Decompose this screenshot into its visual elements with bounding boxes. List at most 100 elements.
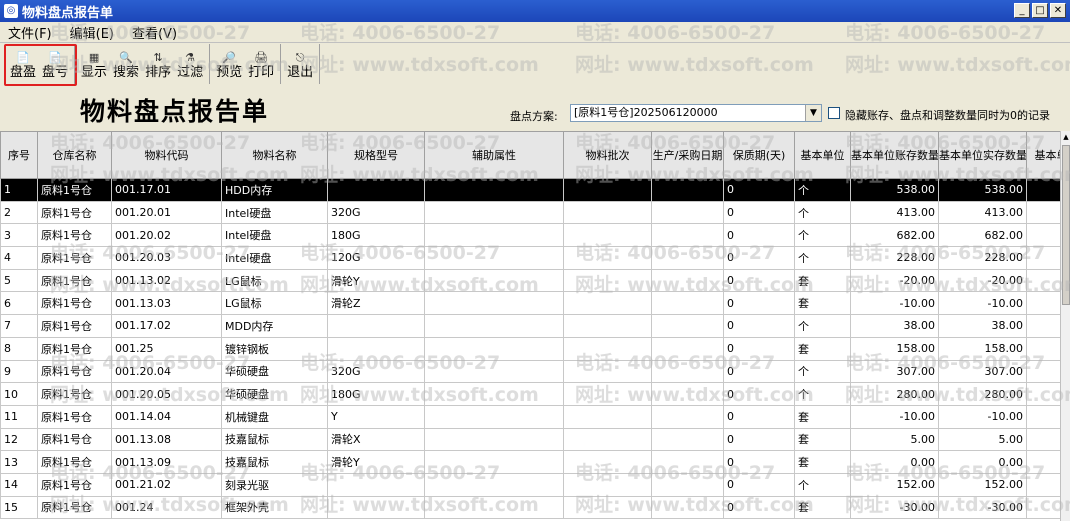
column-header[interactable]: 物料批次 (563, 131, 652, 179)
table-cell (424, 472, 564, 497)
minimize-button[interactable]: _ (1014, 3, 1030, 18)
table-cell (563, 359, 652, 384)
table-row[interactable]: 14 原料1号仓 001.21.02 刻录光驱 0 个 152.00 152.00 (0, 472, 1060, 497)
table-cell (651, 472, 724, 497)
table-cell (1026, 268, 1060, 293)
column-header[interactable]: 基本单位账存数量 (850, 131, 939, 179)
table-cell: -20.00 (850, 268, 939, 293)
table-row[interactable]: 2 原料1号仓 001.20.01 Intel硬盘 320G 0 个 413.00 413.00 (0, 200, 1060, 225)
table-cell: 280.00 (938, 382, 1027, 406)
table-cell: 框架外壳 (221, 495, 328, 520)
table-cell (651, 200, 724, 225)
maximize-button[interactable]: □ (1032, 3, 1048, 18)
table-cell (563, 450, 652, 474)
table-row[interactable]: 3 原料1号仓 001.20.02 Intel硬盘 180G 0 个 682.00 682.00 (0, 223, 1060, 248)
table-row[interactable]: 11 原料1号仓 001.14.04 机械键盘 Y 0 套 -10.00 -10.00 (0, 404, 1060, 429)
column-header[interactable]: 物料代码 (111, 131, 222, 179)
scroll-up-icon[interactable]: ▲ (1061, 131, 1070, 143)
dropdown-arrow-icon[interactable]: ▼ (805, 105, 821, 121)
table-row[interactable]: 7 原料1号仓 001.17.02 MDD内存 0 个 38.00 38.00 (0, 314, 1060, 338)
table-cell (563, 246, 652, 270)
toolbar-button-打印[interactable]: 🖨 打印 (245, 44, 277, 84)
toolbar-button-排序[interactable]: ⇅ 排序 (142, 44, 174, 84)
table-cell (424, 268, 564, 293)
table-row[interactable]: 10 原料1号仓 001.20.05 华硕硬盘 180G 0 个 280.00 280.00 (0, 382, 1060, 406)
table-cell: 38.00 (850, 314, 939, 338)
table-row[interactable]: 13 原料1号仓 001.13.09 技嘉鼠标 滑轮Y 0 套 0.00 0.00 (0, 450, 1060, 474)
table-cell: 个 (794, 200, 851, 225)
table-cell: 滑轮Z (327, 291, 425, 316)
close-button[interactable]: ✕ (1050, 3, 1066, 18)
table-cell: 0 (723, 404, 795, 429)
table-row[interactable]: 8 原料1号仓 001.25 镀锌钢板 0 套 158.00 158.00 (0, 336, 1060, 361)
toolbar-group: ⎋ 退出 (281, 44, 321, 84)
table-cell: 0 (723, 291, 795, 316)
table-row[interactable]: 15 原料1号仓 001.24 框架外壳 0 套 -30.00 -30.00 (0, 495, 1060, 520)
column-header[interactable]: 物料名称 (221, 131, 328, 179)
table-cell: 镀锌钢板 (221, 336, 328, 361)
table-cell: 刻录光驱 (221, 472, 328, 497)
table-row[interactable]: 6 原料1号仓 001.13.03 LG鼠标 滑轮Z 0 套 -10.00 -10.00 (0, 291, 1060, 316)
table-cell: 001.20.02 (111, 223, 222, 248)
menu-view[interactable]: 查看(V) (124, 23, 187, 42)
hide-zero-checkbox[interactable] (828, 107, 840, 119)
table-cell (1026, 472, 1060, 497)
table-cell (563, 336, 652, 361)
table-cell (327, 178, 425, 202)
table-cell: 套 (794, 336, 851, 361)
table-cell (424, 427, 564, 452)
table-cell: 180G (327, 382, 425, 406)
table-row[interactable]: 5 原料1号仓 001.13.02 LG鼠标 滑轮Y 0 套 -20.00 -20.00 (0, 268, 1060, 293)
table-cell: 001.20.03 (111, 246, 222, 270)
table-cell: -10.00 (938, 291, 1027, 316)
column-header[interactable]: 基本单位实存数量 (938, 131, 1027, 179)
table-cell: 001.20.01 (111, 200, 222, 225)
table-cell (1026, 382, 1060, 406)
table-cell: 001.13.03 (111, 291, 222, 316)
column-header[interactable]: 仓库名称 (37, 131, 112, 179)
column-header[interactable]: 基本单 (1026, 131, 1060, 179)
column-header[interactable]: 规格型号 (327, 131, 425, 179)
table-row[interactable]: 4 原料1号仓 001.20.03 Intel硬盘 120G 0 个 228.00 228.00 (0, 246, 1060, 270)
window-controls: _ □ ✕ (1014, 3, 1066, 18)
column-header[interactable]: 序号 (0, 131, 38, 179)
table-cell: 001.13.09 (111, 450, 222, 474)
table-cell: 原料1号仓 (37, 200, 112, 225)
menu-edit[interactable]: 编辑(E) (62, 23, 124, 42)
scroll-thumb[interactable] (1062, 145, 1070, 305)
table-cell (651, 314, 724, 338)
toolbar-button-过滤[interactable]: ⚗ 过滤 (174, 44, 206, 84)
table-cell: 413.00 (850, 200, 939, 225)
toolbar-button-退出[interactable]: ⎋ 退出 (284, 44, 316, 84)
plan-select[interactable]: [原料1号仓]202506120000 ▼ (570, 104, 822, 122)
table-cell: 原料1号仓 (37, 268, 112, 293)
toolbar-button-搜索[interactable]: 🔍 搜索 (110, 44, 142, 84)
table-cell: 12 (0, 427, 38, 452)
table-row[interactable]: 1 原料1号仓 001.17.01 HDD内存 0 个 538.00 538.00 (0, 178, 1060, 202)
table-cell: 套 (794, 291, 851, 316)
table-cell: 6 (0, 291, 38, 316)
column-header[interactable]: 辅助属性 (424, 131, 564, 179)
table-cell: 华硕硬盘 (221, 359, 328, 384)
table-cell (327, 314, 425, 338)
table-cell (424, 178, 564, 202)
toolbar-label: 退出 (287, 65, 314, 80)
menu-file[interactable]: 文件(F) (0, 23, 62, 42)
table-cell (563, 427, 652, 452)
table-row[interactable]: 12 原料1号仓 001.13.08 技嘉鼠标 滑轮X 0 套 5.00 5.00 (0, 427, 1060, 452)
table-cell: Intel硬盘 (221, 223, 328, 248)
column-header[interactable]: 保质期(天) (723, 131, 795, 179)
toolbar-button-显示[interactable]: ▦ 显示 (78, 44, 110, 84)
table-cell (424, 223, 564, 248)
column-header[interactable]: 生产/采购日期 (651, 131, 724, 179)
table-row[interactable]: 9 原料1号仓 001.20.04 华硕硬盘 320G 0 个 307.00 307.00 (0, 359, 1060, 384)
column-header[interactable]: 基本单位 (794, 131, 851, 179)
table-cell: 0 (723, 200, 795, 225)
vertical-scrollbar[interactable]: ▲ (1060, 131, 1070, 521)
table-cell: Intel硬盘 (221, 246, 328, 270)
table-cell (424, 495, 564, 520)
toolbar-button-预览[interactable]: 🔎 预览 (213, 44, 245, 84)
table-cell: 413.00 (938, 200, 1027, 225)
table-cell: 001.14.04 (111, 404, 222, 429)
toolbar-label: 过滤 (177, 65, 204, 80)
